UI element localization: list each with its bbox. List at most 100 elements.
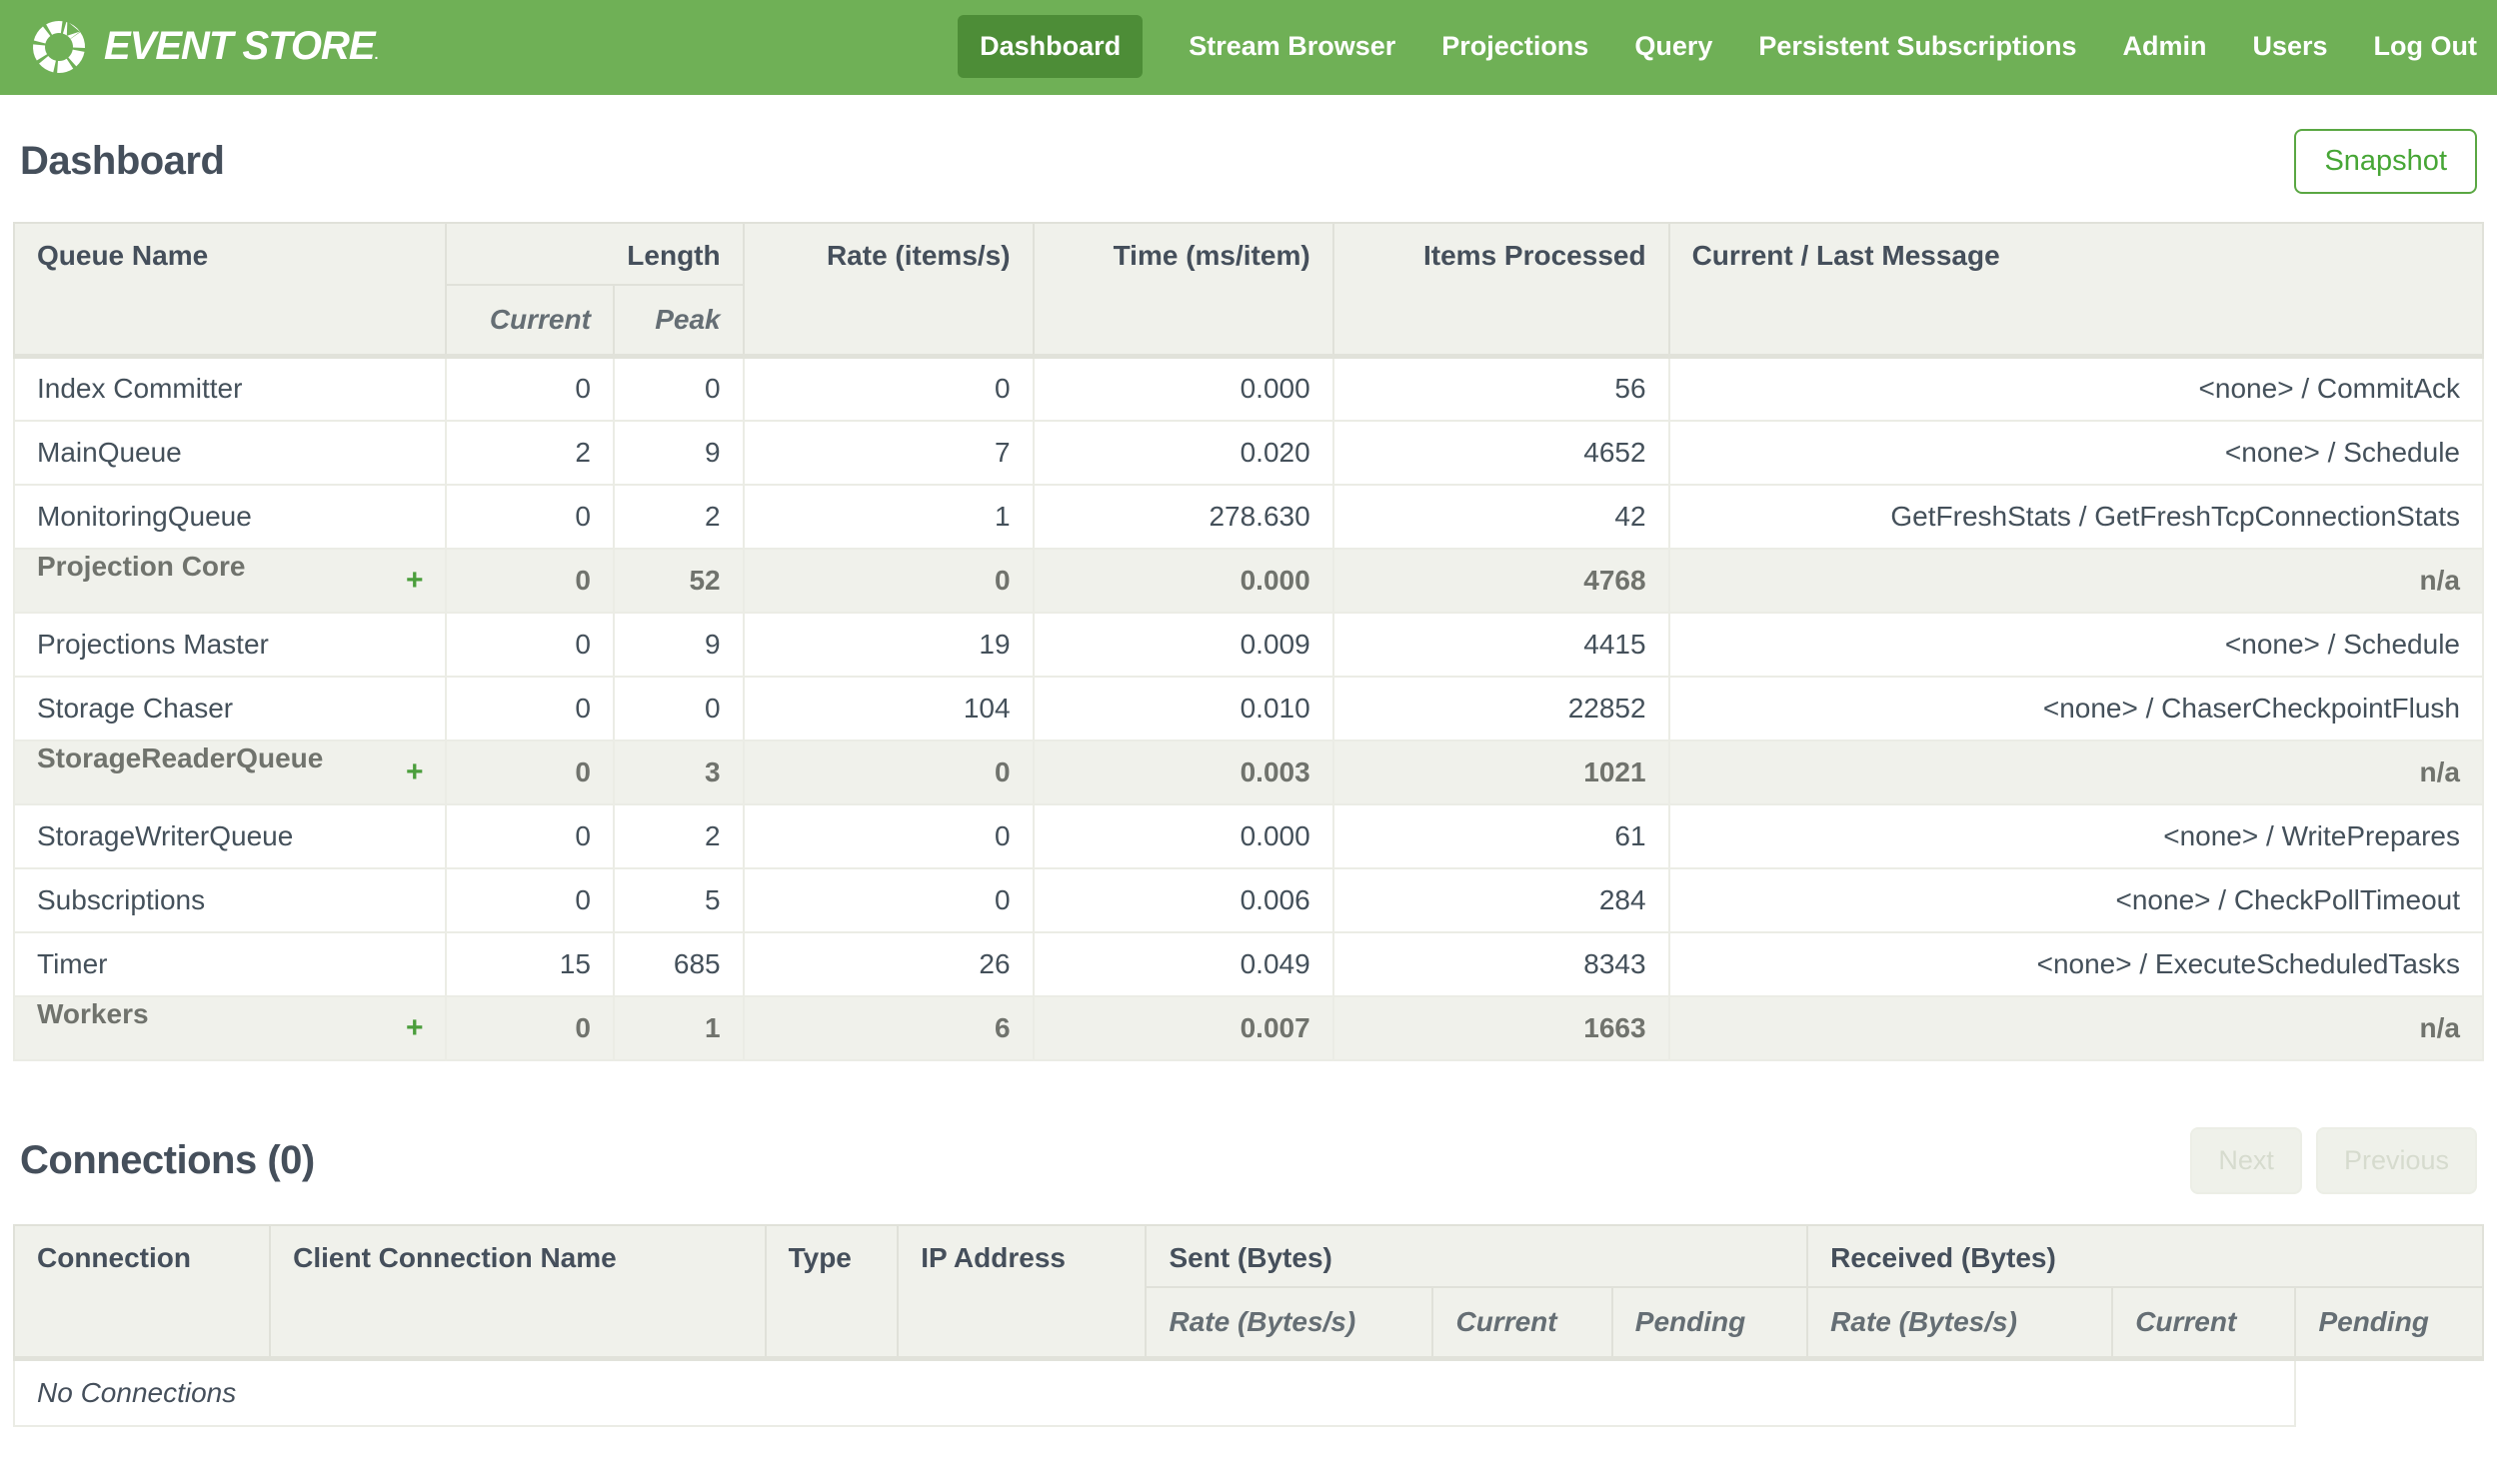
queues-table-header: Queue Name Length Rate (items/s) Time (m… xyxy=(12,222,2485,359)
message-cell: <none> / WritePrepares xyxy=(1667,802,2485,869)
rate-cell: 0 xyxy=(742,739,1035,805)
current-length-cell: 15 xyxy=(445,930,615,997)
queues-table: Queue Name Length Rate (items/s) Time (m… xyxy=(12,222,2485,1061)
queue-row[interactable]: Workers + 0 1 6 0.007 1663 n/a xyxy=(12,994,2485,1061)
rate-cell: 6 xyxy=(742,994,1035,1061)
peak-length-cell: 1 xyxy=(612,994,745,1061)
queue-name-header: Queue Name xyxy=(12,222,448,359)
peak-length-cell: 3 xyxy=(612,739,745,805)
message-cell: <none> / ChaserCheckpointFlush xyxy=(1667,675,2485,742)
rate-cell: 0 xyxy=(742,355,1035,422)
message-cell: <none> / Schedule xyxy=(1667,611,2485,678)
nav-item-stream-browser[interactable]: Stream Browser xyxy=(1189,15,1395,78)
rate-cell: 104 xyxy=(742,675,1035,742)
client-connection-name-header: Client Connection Name xyxy=(269,1223,767,1361)
items-processed-cell: 42 xyxy=(1331,483,1670,550)
current-length-cell: 0 xyxy=(445,483,615,550)
items-processed-header: Items Processed xyxy=(1331,222,1670,359)
connections-pagination: Next Previous xyxy=(2190,1126,2477,1194)
sent-pending-header: Pending xyxy=(1610,1285,1809,1361)
queue-row: Subscriptions 0 5 0 0.006 284 <none> / C… xyxy=(12,866,2485,933)
current-length-cell: 0 xyxy=(445,675,615,742)
queue-name-cell: Index Committer xyxy=(12,355,448,422)
received-pending-header: Pending xyxy=(2294,1285,2484,1361)
message-cell: <none> / CommitAck xyxy=(1667,355,2485,422)
expand-icon[interactable]: + xyxy=(406,998,424,1058)
time-cell: 0.000 xyxy=(1032,802,1334,869)
queue-row: MainQueue 2 9 7 0.020 4652 <none> / Sche… xyxy=(12,419,2485,486)
expand-icon[interactable]: + xyxy=(406,551,424,611)
registered-mark: . xyxy=(374,46,379,62)
queue-name-cell: StorageWriterQueue xyxy=(12,802,448,869)
main-content: Dashboard Snapshot Queue Name Length Rat… xyxy=(0,129,2497,1427)
rate-cell: 26 xyxy=(742,930,1035,997)
connections-title: Connections (0) xyxy=(20,1137,315,1182)
sent-current-header: Current xyxy=(1431,1285,1613,1361)
items-processed-cell: 22852 xyxy=(1331,675,1670,742)
no-connections-row: No Connections xyxy=(12,1357,2483,1427)
queue-name-cell: Storage Chaser xyxy=(12,675,448,742)
length-current-header: Current xyxy=(445,284,615,359)
connections-table: Connection Client Connection Name Type I… xyxy=(12,1223,2484,1427)
event-store-logo-icon xyxy=(30,18,88,76)
current-length-cell: 0 xyxy=(445,739,615,805)
peak-length-cell: 2 xyxy=(612,802,745,869)
connections-table-header: Connection Client Connection Name Type I… xyxy=(12,1223,2484,1361)
queue-row: Index Committer 0 0 0 0.000 56 <none> / … xyxy=(12,355,2485,422)
time-cell: 0.003 xyxy=(1032,739,1334,805)
received-bytes-header: Received (Bytes) xyxy=(1806,1223,2484,1288)
connection-header: Connection xyxy=(12,1223,272,1361)
rate-header: Rate (items/s) xyxy=(742,222,1035,359)
time-cell: 0.020 xyxy=(1032,419,1334,486)
nav-item-persistent-subscriptions[interactable]: Persistent Subscriptions xyxy=(1758,15,2076,78)
rate-cell: 1 xyxy=(742,483,1035,550)
top-navigation-bar: EVENT STORE. Dashboard Stream Browser Proj… xyxy=(0,0,2497,95)
connections-header-row: Connections (0) Next Previous xyxy=(20,1126,2477,1194)
queue-row[interactable]: Projection Core + 0 52 0 0.000 4768 n/a xyxy=(12,547,2485,614)
rate-cell: 0 xyxy=(742,802,1035,869)
message-cell: n/a xyxy=(1667,994,2485,1061)
nav-item-log-out[interactable]: Log Out xyxy=(2374,15,2477,78)
expand-icon[interactable]: + xyxy=(406,742,424,802)
nav-item-projections[interactable]: Projections xyxy=(1441,15,1588,78)
items-processed-cell: 4652 xyxy=(1331,419,1670,486)
nav-item-admin[interactable]: Admin xyxy=(2122,15,2206,78)
time-cell: 0.006 xyxy=(1032,866,1334,933)
queue-name-cell: Workers + xyxy=(12,994,448,1061)
time-header: Time (ms/item) xyxy=(1032,222,1334,359)
current-length-cell: 0 xyxy=(445,802,615,869)
items-processed-cell: 61 xyxy=(1331,802,1670,869)
current-length-cell: 2 xyxy=(445,419,615,486)
current-length-cell: 0 xyxy=(445,866,615,933)
previous-button[interactable]: Previous xyxy=(2315,1126,2477,1194)
nav-item-query[interactable]: Query xyxy=(1634,15,1712,78)
message-cell: n/a xyxy=(1667,547,2485,614)
queue-row: Projections Master 0 9 19 0.009 4415 <no… xyxy=(12,611,2485,678)
next-button[interactable]: Next xyxy=(2190,1126,2302,1194)
items-processed-cell: 8343 xyxy=(1331,930,1670,997)
received-current-header: Current xyxy=(2111,1285,2297,1361)
page-header-row: Dashboard Snapshot xyxy=(20,129,2477,194)
message-cell: n/a xyxy=(1667,739,2485,805)
time-cell: 278.630 xyxy=(1032,483,1334,550)
peak-length-cell: 0 xyxy=(612,355,745,422)
message-header: Current / Last Message xyxy=(1667,222,2485,359)
nav-item-users[interactable]: Users xyxy=(2252,15,2327,78)
queue-row: Timer 15 685 26 0.049 8343 <none> / Exec… xyxy=(12,930,2485,997)
received-rate-header: Rate (Bytes/s) xyxy=(1806,1285,2114,1361)
message-cell: <none> / CheckPollTimeout xyxy=(1667,866,2485,933)
nav-item-dashboard[interactable]: Dashboard xyxy=(958,15,1144,78)
sent-rate-header: Rate (Bytes/s) xyxy=(1145,1285,1434,1361)
items-processed-cell: 4768 xyxy=(1331,547,1670,614)
event-store-logo[interactable]: EVENT STORE. xyxy=(30,18,379,76)
current-length-cell: 0 xyxy=(445,994,615,1061)
page-title: Dashboard xyxy=(20,139,225,183)
message-cell: <none> / ExecuteScheduledTasks xyxy=(1667,930,2485,997)
queue-name-cell: MonitoringQueue xyxy=(12,483,448,550)
snapshot-button[interactable]: Snapshot xyxy=(2294,129,2477,194)
no-connections-cell: No Connections xyxy=(12,1357,2297,1427)
rate-cell: 7 xyxy=(742,419,1035,486)
time-cell: 0.007 xyxy=(1032,994,1334,1061)
length-header: Length xyxy=(445,222,745,286)
queue-row[interactable]: StorageReaderQueue + 0 3 0 0.003 1021 n/a xyxy=(12,739,2485,805)
